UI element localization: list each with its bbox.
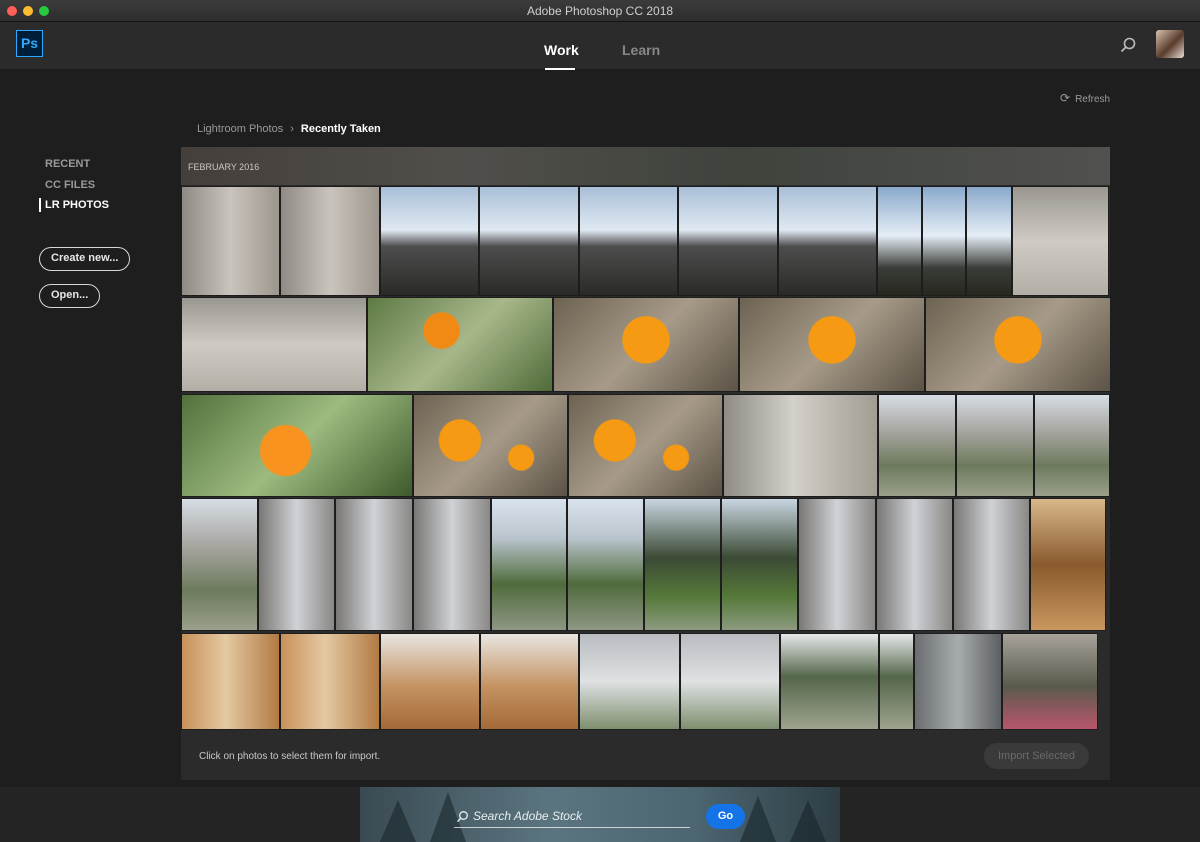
search-icon	[457, 811, 468, 823]
photo-thumbnail[interactable]	[966, 186, 1012, 296]
active-tab-indicator	[545, 68, 575, 70]
photo-thumbnail[interactable]	[721, 498, 798, 631]
photo-thumbnail[interactable]	[1030, 498, 1106, 631]
photo-thumbnail[interactable]	[413, 394, 568, 497]
breadcrumb-separator: ›	[290, 123, 294, 135]
photo-thumbnail[interactable]	[914, 633, 1002, 730]
window-titlebar: Adobe Photoshop CC 2018	[0, 0, 1200, 22]
stock-search-banner: Search Adobe Stock Go	[360, 787, 840, 842]
import-instructions: Click on photos to select them for impor…	[199, 751, 381, 762]
tab-learn[interactable]: Learn	[622, 42, 660, 58]
go-button[interactable]: Go	[706, 804, 745, 829]
window-title: Adobe Photoshop CC 2018	[526, 4, 674, 18]
banner-tree	[790, 800, 826, 842]
month-label: FEBRUARY 2016	[188, 162, 260, 172]
search-underline	[454, 827, 690, 828]
refresh-label: Refresh	[1075, 94, 1111, 105]
gallery-footer: Click on photos to select them for impor…	[181, 732, 1110, 780]
photo-thumbnail[interactable]	[479, 186, 579, 296]
photoshop-logo: Ps	[16, 30, 43, 57]
breadcrumb-root[interactable]: Lightroom Photos	[197, 123, 283, 135]
photo-thumbnail[interactable]	[335, 498, 413, 631]
stock-search-input[interactable]: Search Adobe Stock	[473, 809, 582, 823]
photo-thumbnail[interactable]	[181, 186, 280, 296]
open-button[interactable]: Open...	[39, 284, 101, 308]
photo-thumbnail[interactable]	[876, 498, 953, 631]
photo-thumbnail[interactable]	[480, 633, 579, 730]
tab-work[interactable]: Work	[544, 42, 579, 58]
photo-thumbnail[interactable]	[1012, 186, 1109, 296]
photo-thumbnail[interactable]	[925, 297, 1110, 392]
sidebar-item-cc-files[interactable]: CC FILES	[45, 179, 95, 191]
refresh-icon: ⟳	[1060, 91, 1071, 105]
photo-thumbnail[interactable]	[680, 633, 780, 730]
photo-thumbnail[interactable]	[956, 394, 1034, 497]
photo-thumbnail[interactable]	[553, 297, 739, 392]
photo-thumbnail[interactable]	[780, 633, 879, 730]
photo-thumbnail[interactable]	[723, 394, 878, 497]
app-header: Ps Work Learn	[0, 22, 1200, 70]
stock-search-bar: Search Adobe Stock Go	[0, 787, 1200, 842]
user-avatar[interactable]	[1156, 30, 1184, 58]
sidebar-active-indicator	[39, 198, 41, 212]
photo-gallery: FEBRUARY 2016 Click on photos to select …	[181, 147, 1110, 780]
photo-thumbnail[interactable]	[567, 498, 644, 631]
month-header-strip	[181, 147, 1110, 185]
photo-thumbnail[interactable]	[644, 498, 721, 631]
photo-thumbnail[interactable]	[181, 394, 413, 497]
photo-thumbnail[interactable]	[922, 186, 966, 296]
photo-thumbnail[interactable]	[181, 633, 280, 730]
photo-thumbnail[interactable]	[678, 186, 778, 296]
photo-thumbnail[interactable]	[258, 498, 335, 631]
photo-thumbnail[interactable]	[380, 633, 480, 730]
photo-thumbnail[interactable]	[280, 633, 380, 730]
photo-thumbnail[interactable]	[280, 186, 380, 296]
photo-thumbnail[interactable]	[380, 186, 479, 296]
photo-thumbnail[interactable]	[953, 498, 1030, 631]
photo-thumbnail[interactable]	[878, 394, 956, 497]
photo-thumbnail[interactable]	[367, 297, 553, 392]
photo-thumbnail[interactable]	[1002, 633, 1098, 730]
photo-thumbnail[interactable]	[579, 186, 678, 296]
photo-thumbnail[interactable]	[413, 498, 491, 631]
sidebar-item-lr-photos[interactable]: LR PHOTOS	[45, 199, 109, 211]
banner-tree	[380, 800, 416, 842]
import-selected-button[interactable]: Import Selected	[984, 743, 1089, 769]
photo-thumbnail[interactable]	[181, 498, 258, 631]
refresh-button[interactable]: ⟳ Refresh	[1060, 91, 1110, 105]
photo-thumbnail[interactable]	[798, 498, 876, 631]
photo-thumbnail[interactable]	[739, 297, 925, 392]
photo-thumbnail[interactable]	[568, 394, 723, 497]
breadcrumb: Lightroom Photos › Recently Taken	[197, 123, 381, 135]
photo-thumbnail[interactable]	[877, 186, 922, 296]
banner-tree	[740, 796, 776, 842]
photo-thumbnail[interactable]	[491, 498, 567, 631]
search-icon[interactable]	[1119, 36, 1137, 54]
photo-thumbnail[interactable]	[879, 633, 914, 730]
photo-thumbnail[interactable]	[778, 186, 877, 296]
photo-thumbnail[interactable]	[579, 633, 680, 730]
sidebar-item-recent[interactable]: RECENT	[45, 158, 90, 170]
photo-thumbnail[interactable]	[181, 297, 367, 392]
breadcrumb-current: Recently Taken	[300, 123, 381, 135]
create-new-button[interactable]: Create new...	[39, 247, 131, 271]
photo-thumbnail[interactable]	[1034, 394, 1110, 497]
